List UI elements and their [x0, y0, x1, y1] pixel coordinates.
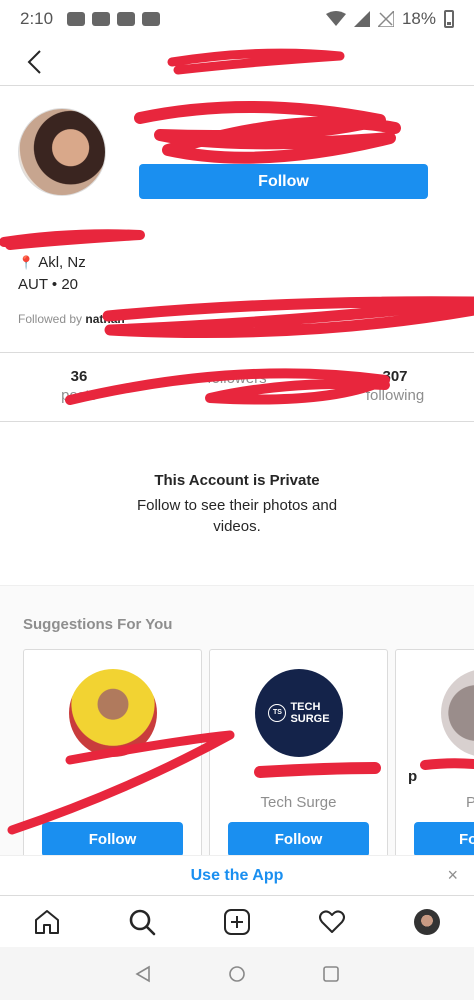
signal-icon	[353, 11, 370, 27]
bio-info: AUT • 20	[18, 276, 78, 293]
tab-activity[interactable]	[312, 902, 352, 942]
suggestions-title: Suggestions For You	[23, 616, 173, 633]
bio-location-text: Akl, Nz	[38, 254, 86, 271]
nav-home-button[interactable]	[225, 962, 249, 986]
discord-icon	[92, 12, 111, 26]
suggestion-follow-button[interactable]: Follow	[42, 822, 183, 855]
battery-icon	[444, 10, 454, 28]
profile-bio: 📍 Akl, Nz AUT • 20	[18, 252, 86, 296]
stat-followers-label: followers	[207, 370, 267, 387]
use-app-banner: Use the App ×	[0, 855, 474, 895]
tab-profile[interactable]	[407, 902, 447, 942]
stat-posts-label: posts	[61, 387, 97, 404]
suggestion-name[interactable]: p	[396, 768, 474, 785]
suggestion-subtitle: P	[396, 794, 474, 811]
stat-following-count: 307	[382, 368, 408, 385]
bottom-tab-bar	[0, 895, 474, 947]
stat-followers[interactable]: followers	[158, 353, 316, 421]
back-button[interactable]	[18, 46, 50, 78]
battery-percent: 18%	[401, 9, 436, 28]
discord-icon	[117, 12, 136, 26]
triangle-back-icon	[135, 965, 150, 982]
suggestion-card: Follow	[23, 649, 202, 855]
profile-stats: 36 posts followers 307 following	[0, 352, 474, 422]
followed-by-name: nathan	[85, 312, 125, 326]
tech-surge-logo[interactable]: TS TECH SURGE	[255, 669, 343, 757]
suggestions-section: Suggestions For You Follow TS TECH SURGE …	[0, 585, 474, 855]
private-title: This Account is Private	[154, 472, 320, 489]
private-account-notice: This Account is Private Follow to see th…	[0, 472, 474, 537]
suggestion-subtitle: Tech Surge	[260, 794, 337, 811]
suggestion-avatar[interactable]	[441, 669, 474, 757]
close-icon[interactable]: ×	[447, 865, 458, 886]
nav-back-button[interactable]	[131, 962, 155, 986]
tab-new-post[interactable]	[217, 902, 257, 942]
followed-by[interactable]: Followed by nathan	[18, 312, 125, 326]
nav-recents-button[interactable]	[319, 962, 343, 986]
search-icon	[129, 909, 156, 935]
stat-posts-count: 36	[70, 368, 88, 385]
stat-posts[interactable]: 36 posts	[0, 353, 158, 421]
home-icon	[35, 909, 60, 934]
suggestion-card: p P Fo	[395, 649, 474, 855]
status-time: 2:10	[20, 9, 54, 28]
profile-header	[0, 38, 474, 86]
suggestion-avatar[interactable]	[69, 669, 157, 757]
profile-avatar[interactable]	[18, 108, 106, 196]
status-bar: 2:10 18%	[0, 0, 474, 38]
system-nav-bar	[0, 947, 474, 1000]
no-signal-icon	[377, 11, 394, 27]
followed-by-prefix: Followed by	[18, 312, 83, 326]
private-subtitle: Follow to see their photos and videos.	[136, 497, 338, 535]
wifi-icon	[325, 11, 346, 26]
tech-surge-mark: TS	[268, 704, 287, 722]
suggestion-follow-button[interactable]: Follow	[228, 822, 369, 855]
profile-avatar-icon	[413, 908, 440, 935]
notification-icons	[67, 12, 161, 26]
discord-icon	[142, 12, 161, 26]
tech-surge-wordmark: TECH SURGE	[290, 701, 330, 725]
square-recents-icon	[323, 965, 339, 982]
stat-following[interactable]: 307 following	[316, 353, 474, 421]
circle-home-icon	[229, 965, 245, 982]
tab-search[interactable]	[122, 902, 162, 942]
tab-home[interactable]	[27, 902, 67, 942]
status-right: 18%	[325, 9, 454, 29]
suggestion-card: TS TECH SURGE Tech Surge Follow	[209, 649, 388, 855]
plus-square-icon	[223, 908, 250, 935]
suggestion-follow-button[interactable]: Fo	[414, 822, 474, 855]
use-app-link[interactable]: Use the App	[191, 867, 284, 885]
follow-button[interactable]: Follow	[139, 164, 428, 199]
heart-icon	[318, 909, 345, 933]
stat-following-label: following	[365, 387, 425, 404]
bio-location: 📍 Akl, Nz	[18, 252, 86, 274]
chevron-left-icon	[27, 50, 41, 74]
discord-icon	[67, 12, 86, 26]
pin-icon: 📍	[18, 255, 35, 270]
